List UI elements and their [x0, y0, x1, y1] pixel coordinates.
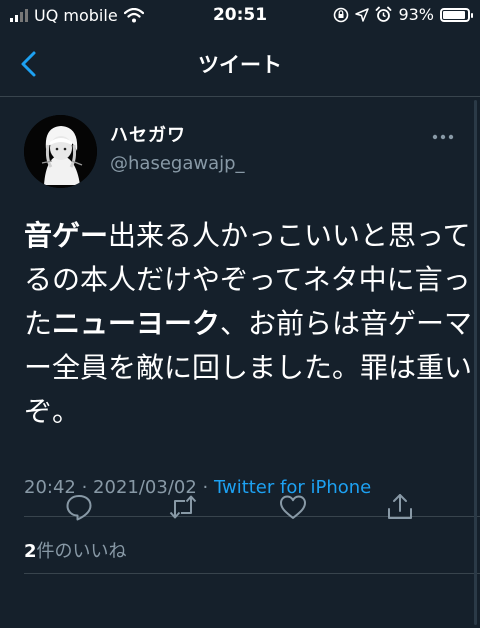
location-icon — [355, 7, 370, 22]
action-bar — [0, 492, 480, 526]
divider — [24, 573, 480, 574]
tweet-text: 音ゲー出来る人かっこいいと思ってるの本人だけやぞってネタ中に言ったニューヨーク、… — [24, 214, 474, 434]
likes-stat[interactable]: 2件のいいね — [24, 537, 127, 563]
battery-icon — [440, 7, 473, 22]
like-label: 件のいいね — [36, 541, 127, 562]
avatar[interactable] — [24, 115, 97, 188]
like-icon[interactable] — [278, 492, 308, 522]
author-name[interactable]: ハセガワ — [110, 121, 186, 147]
page-title: ツイート — [198, 53, 282, 77]
author-handle[interactable]: @hasegawajp_ — [110, 153, 245, 174]
nav-bar: ツイート — [0, 32, 480, 97]
orientation-lock-icon — [334, 7, 349, 22]
status-right: 93% — [333, 5, 473, 24]
alarm-icon — [376, 6, 392, 22]
status-bar: UQ mobile 20:51 93% — [0, 0, 480, 32]
scrollbar[interactable] — [474, 100, 477, 625]
reply-icon[interactable] — [64, 492, 94, 522]
avatar-illustration — [24, 115, 97, 188]
tweet-text-bold-1: 音ゲー — [24, 219, 109, 252]
battery-percent: 93% — [398, 5, 434, 24]
share-icon[interactable] — [385, 492, 415, 522]
retweet-icon[interactable] — [168, 492, 198, 522]
tweet-text-bold-2: ニューヨーク — [52, 307, 221, 340]
like-count: 2 — [24, 541, 37, 562]
more-icon[interactable] — [430, 127, 456, 147]
